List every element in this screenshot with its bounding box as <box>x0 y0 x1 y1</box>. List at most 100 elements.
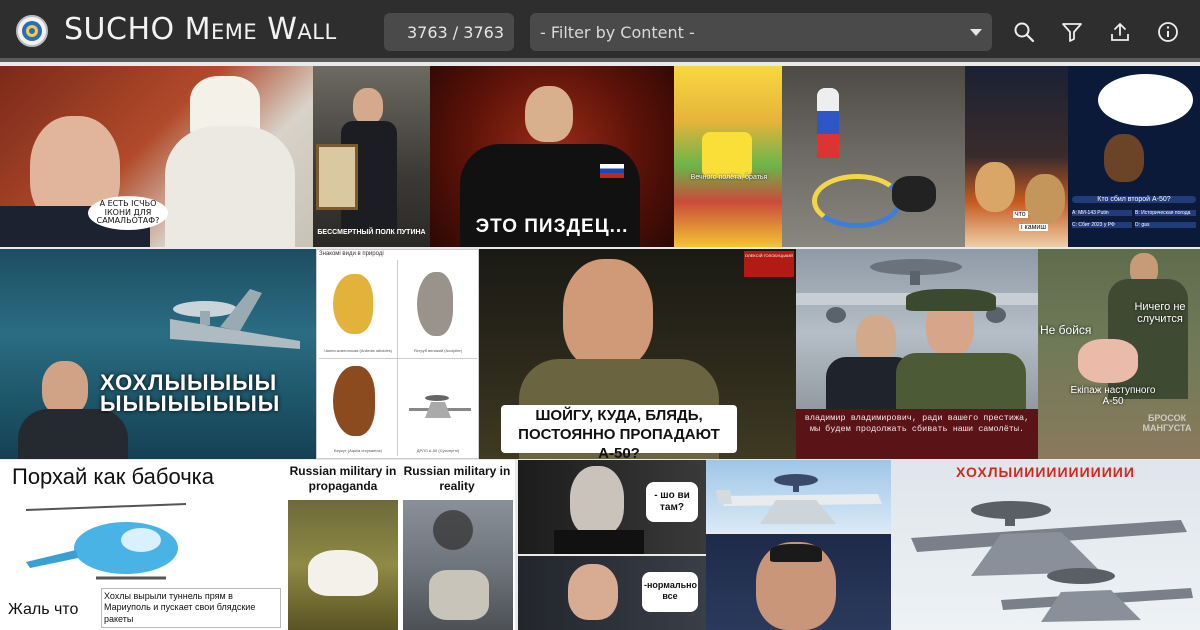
meme-header: Знакомі види в природі <box>319 251 384 257</box>
sucho-logo[interactable] <box>16 15 48 47</box>
meme-figure <box>702 132 752 178</box>
meme-tile[interactable]: Знакомі види в природі Чапля жовтоносая … <box>316 249 479 459</box>
meme-caption: і камиш <box>1019 224 1048 231</box>
meme-photo <box>403 500 513 630</box>
bird-label: Чапля жовтоносая (Ardeola ralloides) <box>323 348 392 353</box>
meme-tile[interactable]: -нормально все <box>518 556 706 630</box>
meme-tile[interactable]: Кто сбил второй А-50? A: МИ-143 Putin B:… <box>1068 66 1200 247</box>
meme-caption: Порхай как бабочка <box>12 464 214 489</box>
meme-figure <box>353 88 383 124</box>
filter-button[interactable] <box>1059 19 1085 45</box>
meme-grid: А ЕСТЬ ІСЧЬО ІКОНИ ДЛЯ САМАЛЬОТАФ? БЕССМ… <box>0 66 1200 630</box>
meme-caption: Вечного полёта, братья <box>690 174 768 181</box>
top-bar: SUCHO Meme Wall 3763 / 3763 - Filter by … <box>0 0 1200 62</box>
info-icon <box>1158 22 1178 42</box>
meme-figure <box>1025 174 1065 224</box>
meme-figure <box>975 162 1015 212</box>
meme-tile[interactable] <box>782 66 965 247</box>
meme-caption: БЕССМЕРТНЫЙ ПОЛК ПУТИНА <box>317 229 426 236</box>
a50-planes-illustration <box>911 501 1193 622</box>
meme-tile[interactable] <box>706 534 891 630</box>
bird-figure <box>333 274 373 334</box>
info-button[interactable] <box>1155 19 1181 45</box>
meme-figure <box>817 88 839 158</box>
content-filter-select[interactable]: - Filter by Content - <box>530 13 992 51</box>
channel-badge: ОЛЕКСІЙ ГОЛОБУЦЬКИЙ <box>744 251 794 277</box>
app-title: SUCHO Meme Wall <box>64 12 337 47</box>
horse-figure <box>429 570 489 620</box>
unicorn-figure <box>308 550 378 596</box>
meme-tile[interactable]: что і камиш <box>965 66 1068 247</box>
meme-tile[interactable]: Порхай как бабочка Жаль что Хохлы вырыли… <box>0 460 285 630</box>
meme-tile[interactable] <box>706 460 891 532</box>
meme-figure <box>563 259 653 369</box>
meme-figure <box>600 164 624 178</box>
meme-figure <box>18 409 128 459</box>
meme-tile[interactable]: владимир владимирович, ради вашего прест… <box>796 249 1038 459</box>
meme-tile[interactable]: Вечного полёта, братья <box>674 66 782 247</box>
meme-photo <box>288 500 398 630</box>
meme-tile[interactable]: Russian military in propaganda Russian m… <box>285 460 515 630</box>
content-filter-label: - Filter by Content - <box>540 22 695 42</box>
meme-figure <box>896 353 1026 417</box>
meme-tile[interactable]: Не бойся Ничего не случится Екіпаж насту… <box>1038 249 1200 459</box>
meme-caption: Екіпаж наступного А-50 <box>1070 385 1156 407</box>
meme-tile[interactable]: ХОХЛЫЫЫЫЫ ЫЫЫЫЫЫЫЫ <box>0 249 316 459</box>
sucho-logo-icon <box>22 21 42 41</box>
meme-figure <box>554 530 644 554</box>
chevron-down-icon <box>970 29 982 36</box>
meme-tile[interactable]: ХОХЛЫИИИИИИИИИИИ <box>891 460 1200 630</box>
meme-caption: Russian military in propaganda <box>289 464 397 493</box>
bird-label: Яструб великий (Accipiter) <box>413 348 463 353</box>
meme-tile[interactable]: ЭТО ПИЗДЕЦ... <box>430 66 674 247</box>
meme-caption: Не бойся <box>1040 323 1092 337</box>
bird-figure <box>333 366 375 436</box>
meme-figure <box>525 86 573 142</box>
a50-plane-illustration <box>796 259 1038 323</box>
upload-icon <box>1111 23 1129 41</box>
search-button[interactable] <box>1011 19 1037 45</box>
meme-figure <box>1078 339 1138 383</box>
meme-caption: Russian military in reality <box>403 464 511 493</box>
meme-caption: владимир владимирович, ради вашего прест… <box>804 413 1030 435</box>
meme-caption: ХОХЛЫИИИИИИИИИИИ <box>956 464 1135 480</box>
watermark: БРОСОК МАНГУСТА <box>1142 413 1192 433</box>
bird-label: ДРЛО А-50 (Сухопутні) <box>416 448 460 453</box>
upload-button[interactable] <box>1107 19 1133 45</box>
search-icon <box>1014 22 1035 43</box>
divider <box>319 358 477 359</box>
quiz-answer-d: D: gas <box>1135 222 1196 228</box>
meme-figure <box>568 564 618 620</box>
meme-figure <box>906 289 996 311</box>
meme-figure <box>42 361 88 415</box>
quiz-answer-c: C: Сбит 2023 у РФ <box>1072 222 1132 228</box>
meme-caption: Жаль что <box>8 601 79 618</box>
meme-tile[interactable]: А ЕСТЬ ІСЧЬО ІКОНИ ДЛЯ САМАЛЬОТАФ? <box>0 66 313 247</box>
meme-caption: ШОЙГУ, КУДА, БЛЯДЬ, ПОСТОЯННО ПРОПАДАЮТ … <box>518 407 720 459</box>
quiz-question: Кто сбил второй А-50? <box>1072 196 1196 203</box>
a50-plane-icon <box>409 395 471 418</box>
meme-figure <box>316 144 358 210</box>
meme-caption: ХОХЛЫЫЫЫЫ ЫЫЫЫЫЫЫЫ <box>100 370 281 416</box>
helicopter-illustration <box>25 503 187 580</box>
meme-tile[interactable]: - шо ви там? <box>518 460 706 554</box>
bird-label: Беркут (Aquila chrysaetos) <box>333 448 383 453</box>
meme-figure <box>570 466 624 536</box>
smoke-figure <box>433 510 473 550</box>
meme-caption: ЭТО ПИЗДЕЦ... <box>475 216 629 237</box>
thought-bubble <box>1098 74 1193 126</box>
meme-figure <box>1104 134 1144 182</box>
meme-counter: 3763 / 3763 <box>384 13 514 51</box>
quiz-answer-b: B: Историческая погода <box>1135 210 1196 216</box>
speech-bubble: -нормально все <box>644 580 698 601</box>
meme-figure <box>165 126 295 247</box>
meme-figure <box>770 544 822 562</box>
filter-icon <box>1062 23 1082 42</box>
bird-figure <box>417 272 453 336</box>
meme-tile[interactable]: ОЛЕКСІЙ ГОЛОБУЦЬКИЙ ШОЙГУ, КУДА, БЛЯДЬ, … <box>479 249 796 459</box>
meme-tile[interactable]: БЕССМЕРТНЫЙ ПОЛК ПУТИНА <box>313 66 430 247</box>
meme-caption: Ничего не случится <box>1134 301 1186 325</box>
speech-bubble: А ЕСТЬ ІСЧЬО ІКОНИ ДЛЯ САМАЛЬОТАФ? <box>88 196 168 230</box>
meme-figure <box>892 176 936 212</box>
speech-bubble: - шо ви там? <box>654 490 690 513</box>
